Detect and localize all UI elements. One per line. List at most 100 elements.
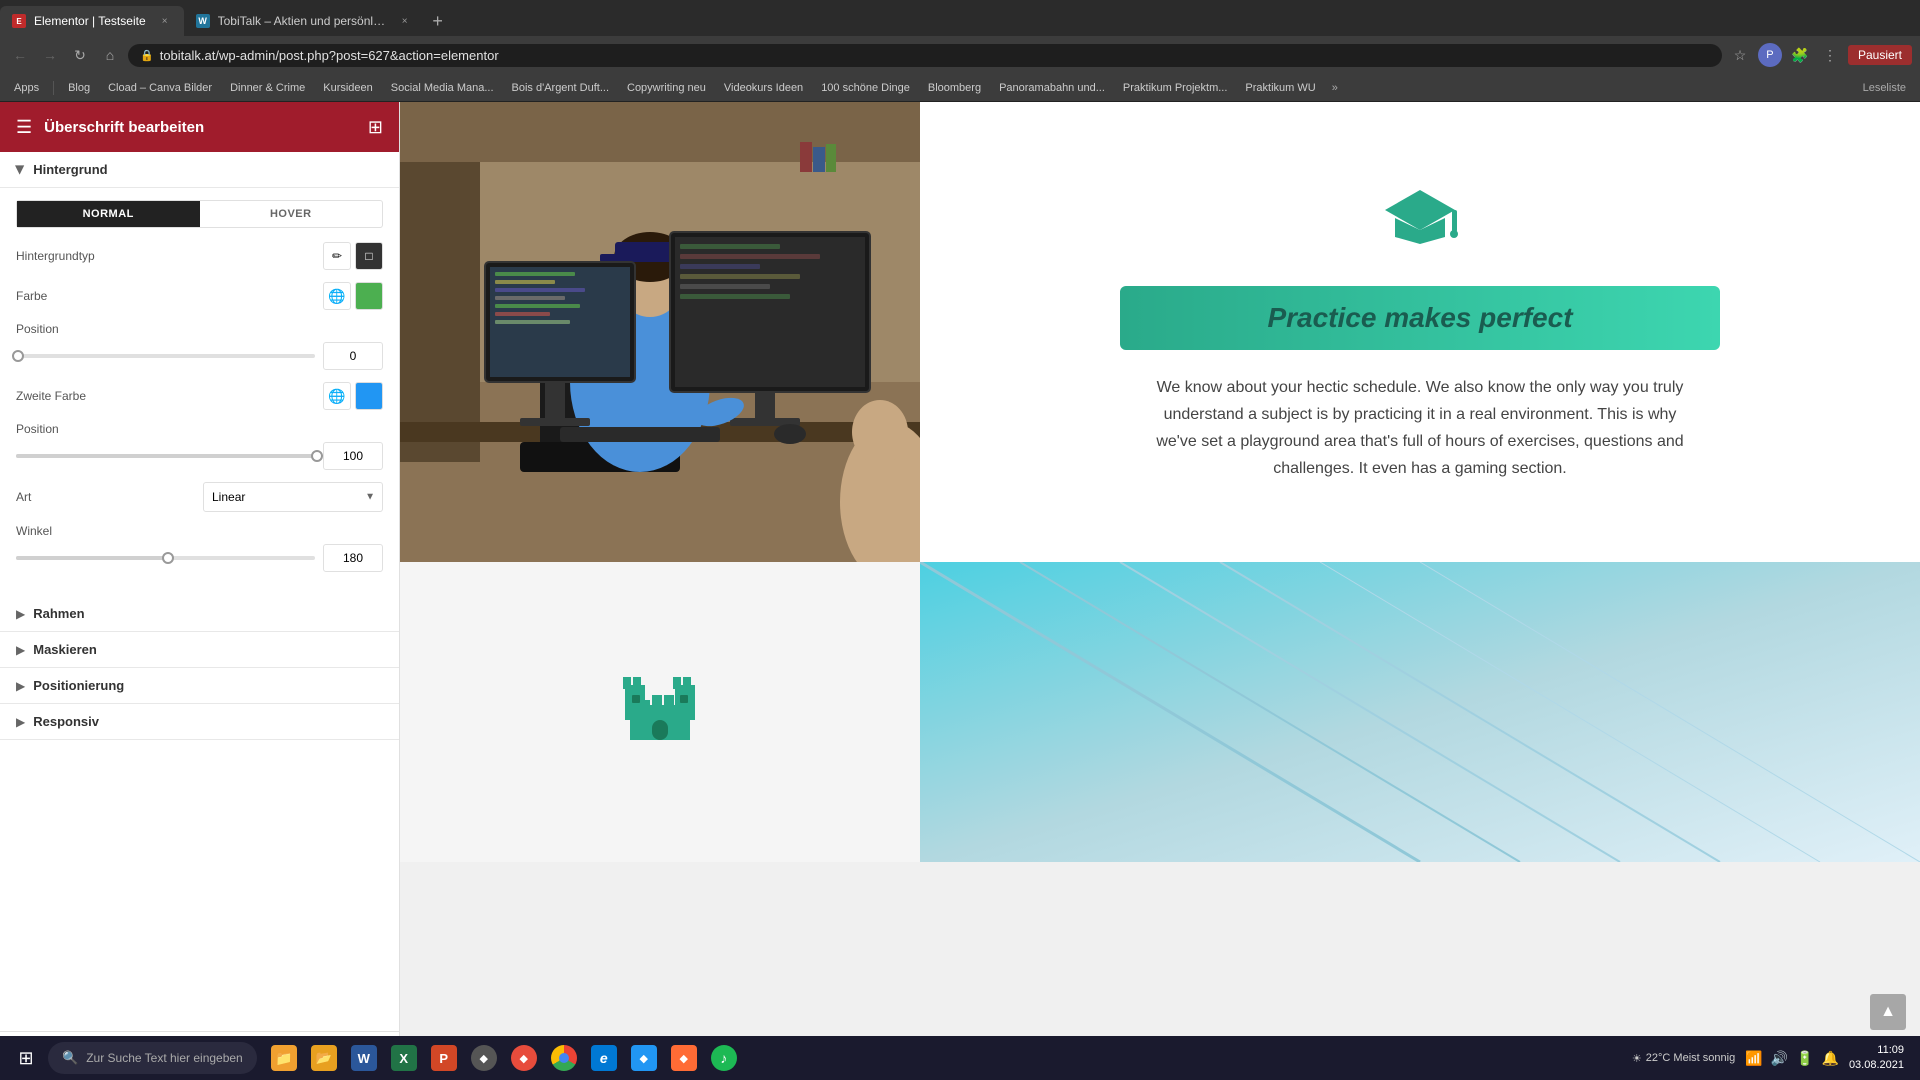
bookmarks-more[interactable]: » xyxy=(1328,80,1342,96)
taskbar-search[interactable]: 🔍 Zur Suche Text hier eingeben xyxy=(48,1042,257,1074)
bookmark-wu[interactable]: Praktikum WU xyxy=(1239,80,1321,96)
maskieren-section-header[interactable]: ▶ Maskieren xyxy=(0,632,399,668)
bookmark-100[interactable]: 100 schöne Dinge xyxy=(815,80,916,96)
reload-button[interactable]: ↻ xyxy=(68,43,92,67)
taskbar-item-spotify[interactable]: ♪ xyxy=(705,1039,743,1077)
notification-icon[interactable]: 🔔 xyxy=(1820,1048,1841,1069)
tab-elementor[interactable]: E Elementor | Testseite × xyxy=(0,6,184,36)
taskbar-item-app1[interactable]: ◆ xyxy=(465,1039,503,1077)
website-inner[interactable]: Practice makes perfect We know about you… xyxy=(400,102,1920,1080)
battery-icon[interactable]: 🔋 xyxy=(1794,1048,1815,1069)
bookmark-social[interactable]: Social Media Mana... xyxy=(385,80,500,96)
position1-slider[interactable] xyxy=(16,354,315,358)
volume-icon[interactable]: 🔊 xyxy=(1769,1048,1790,1069)
zweite-farbe-swatch[interactable] xyxy=(355,382,383,410)
zweite-globe-icon: 🌐 xyxy=(328,388,345,405)
reading-list-btn[interactable]: Leseliste xyxy=(1857,80,1912,96)
responsiv-arrow: ▶ xyxy=(16,715,25,729)
tab-tobitalk-close[interactable]: × xyxy=(398,14,412,28)
weather-text: 22°C Meist sonnig xyxy=(1646,1052,1735,1064)
back-button[interactable]: ← xyxy=(8,43,32,67)
art-dropdown-wrapper: Linear Radial ▼ xyxy=(203,482,383,512)
taskbar-item-excel[interactable]: X xyxy=(385,1039,423,1077)
search-icon: 🔍 xyxy=(62,1050,78,1066)
clock[interactable]: 11:09 03.08.2021 xyxy=(1849,1043,1904,1074)
scroll-up-button[interactable]: ▲ xyxy=(1870,994,1906,1030)
positionierung-section-header[interactable]: ▶ Positionierung xyxy=(0,668,399,704)
taskbar-item-files[interactable]: 📁 xyxy=(265,1039,303,1077)
bookmark-bois[interactable]: Bois d'Argent Duft... xyxy=(506,80,615,96)
website-castle-area xyxy=(400,562,920,862)
bookmark-praktikum[interactable]: Praktikum Projektm... xyxy=(1117,80,1234,96)
position2-slider[interactable] xyxy=(16,454,315,458)
castle-icon xyxy=(620,665,700,760)
tab-elementor-close[interactable]: × xyxy=(158,14,172,28)
position1-control: 0 xyxy=(16,342,383,370)
rahmen-section-header[interactable]: ▶ Rahmen xyxy=(0,596,399,632)
address-bar[interactable]: 🔒 tobitalk.at/wp-admin/post.php?post=627… xyxy=(128,44,1722,67)
browser-toolbar: ← → ↻ ⌂ 🔒 tobitalk.at/wp-admin/post.php?… xyxy=(0,36,1920,74)
position2-input[interactable]: 100 xyxy=(323,442,383,470)
farbe-swatch[interactable] xyxy=(355,282,383,310)
bookmark-cload[interactable]: Cload – Canva Bilder xyxy=(102,80,218,96)
maskieren-title: Maskieren xyxy=(33,642,97,657)
taskbar-item-word[interactable]: W xyxy=(345,1039,383,1077)
bookmark-dinner[interactable]: Dinner & Crime xyxy=(224,80,311,96)
state-tab-hover[interactable]: HOVER xyxy=(200,201,383,227)
farbe-label: Farbe xyxy=(16,289,323,303)
taskbar-item-chrome[interactable] xyxy=(545,1039,583,1077)
hintergrundtyp-square[interactable]: □ xyxy=(355,242,383,270)
bookmark-copy[interactable]: Copywriting neu xyxy=(621,80,712,96)
headline-text: Practice makes perfect xyxy=(1267,302,1572,333)
position1-label: Position xyxy=(16,322,383,336)
position2-label: Position xyxy=(16,422,383,436)
hintergrundtyp-label: Hintergrundtyp xyxy=(16,249,323,263)
taskbar-item-edge[interactable]: e xyxy=(585,1039,623,1077)
taskbar-item-explorer[interactable]: 📂 xyxy=(305,1039,343,1077)
tab-tobitalk-title: TobiTalk – Aktien und persönlich... xyxy=(218,14,386,28)
forward-button[interactable]: → xyxy=(38,43,62,67)
zweite-farbe-globe-btn[interactable]: 🌐 xyxy=(323,382,351,410)
panel-title: Überschrift bearbeiten xyxy=(44,119,368,136)
website-area: Practice makes perfect We know about you… xyxy=(400,102,1920,1080)
bookmark-bloomberg[interactable]: Bloomberg xyxy=(922,80,987,96)
bookmark-video[interactable]: Videokurs Ideen xyxy=(718,80,809,96)
bookmark-blog[interactable]: Blog xyxy=(62,80,96,96)
bookmark-kursideen[interactable]: Kursideen xyxy=(317,80,379,96)
winkel-slider[interactable] xyxy=(16,556,315,560)
tab-elementor-favicon: E xyxy=(12,14,26,28)
network-icon[interactable]: 📶 xyxy=(1743,1048,1764,1069)
zweite-farbe-control: 🌐 xyxy=(323,382,383,410)
bookmark-apps[interactable]: Apps xyxy=(8,80,45,96)
hintergrundtyp-pencil[interactable]: ✏ xyxy=(323,242,351,270)
start-button[interactable]: ⊞ xyxy=(8,1040,44,1076)
art-select[interactable]: Linear Radial xyxy=(203,482,383,512)
bookmark-star[interactable]: ☆ xyxy=(1728,43,1752,67)
tab-add-button[interactable]: + xyxy=(424,7,452,35)
square-icon: □ xyxy=(365,249,372,263)
home-button[interactable]: ⌂ xyxy=(98,43,122,67)
winkel-input[interactable]: 180 xyxy=(323,544,383,572)
panel-grid-icon[interactable]: ⊞ xyxy=(368,117,383,138)
menu-btn[interactable]: ⋮ xyxy=(1818,43,1842,67)
farbe-globe-btn[interactable]: 🌐 xyxy=(323,282,351,310)
taskbar-item-ppt[interactable]: P xyxy=(425,1039,463,1077)
bookmark-panorama[interactable]: Panoramabahn und... xyxy=(993,80,1111,96)
position1-row: Position 0 xyxy=(16,322,383,370)
taskbar-item-app4[interactable]: ◆ xyxy=(665,1039,703,1077)
hintergrund-section-header[interactable]: ▶ Hintergrund xyxy=(0,152,399,188)
panel-menu-icon[interactable]: ☰ xyxy=(16,117,32,138)
taskbar-item-app3[interactable]: ◆ xyxy=(625,1039,663,1077)
state-tab-normal[interactable]: NORMAL xyxy=(17,201,200,227)
position1-input[interactable]: 0 xyxy=(323,342,383,370)
body-text: We know about your hectic schedule. We a… xyxy=(1145,374,1695,483)
pencil-icon: ✏ xyxy=(332,249,342,263)
taskbar-item-app2[interactable]: ◆ xyxy=(505,1039,543,1077)
hintergrund-content: NORMAL HOVER Hintergrundtyp ✏ □ xyxy=(0,188,399,596)
tab-tobitalk[interactable]: W TobiTalk – Aktien und persönlich... × xyxy=(184,6,424,36)
responsiv-section-header[interactable]: ▶ Responsiv xyxy=(0,704,399,740)
extensions-btn[interactable]: 🧩 xyxy=(1788,43,1812,67)
profile-btn[interactable]: P xyxy=(1758,43,1782,67)
pause-button[interactable]: Pausiert xyxy=(1848,45,1912,65)
date-text: 03.08.2021 xyxy=(1849,1058,1904,1073)
